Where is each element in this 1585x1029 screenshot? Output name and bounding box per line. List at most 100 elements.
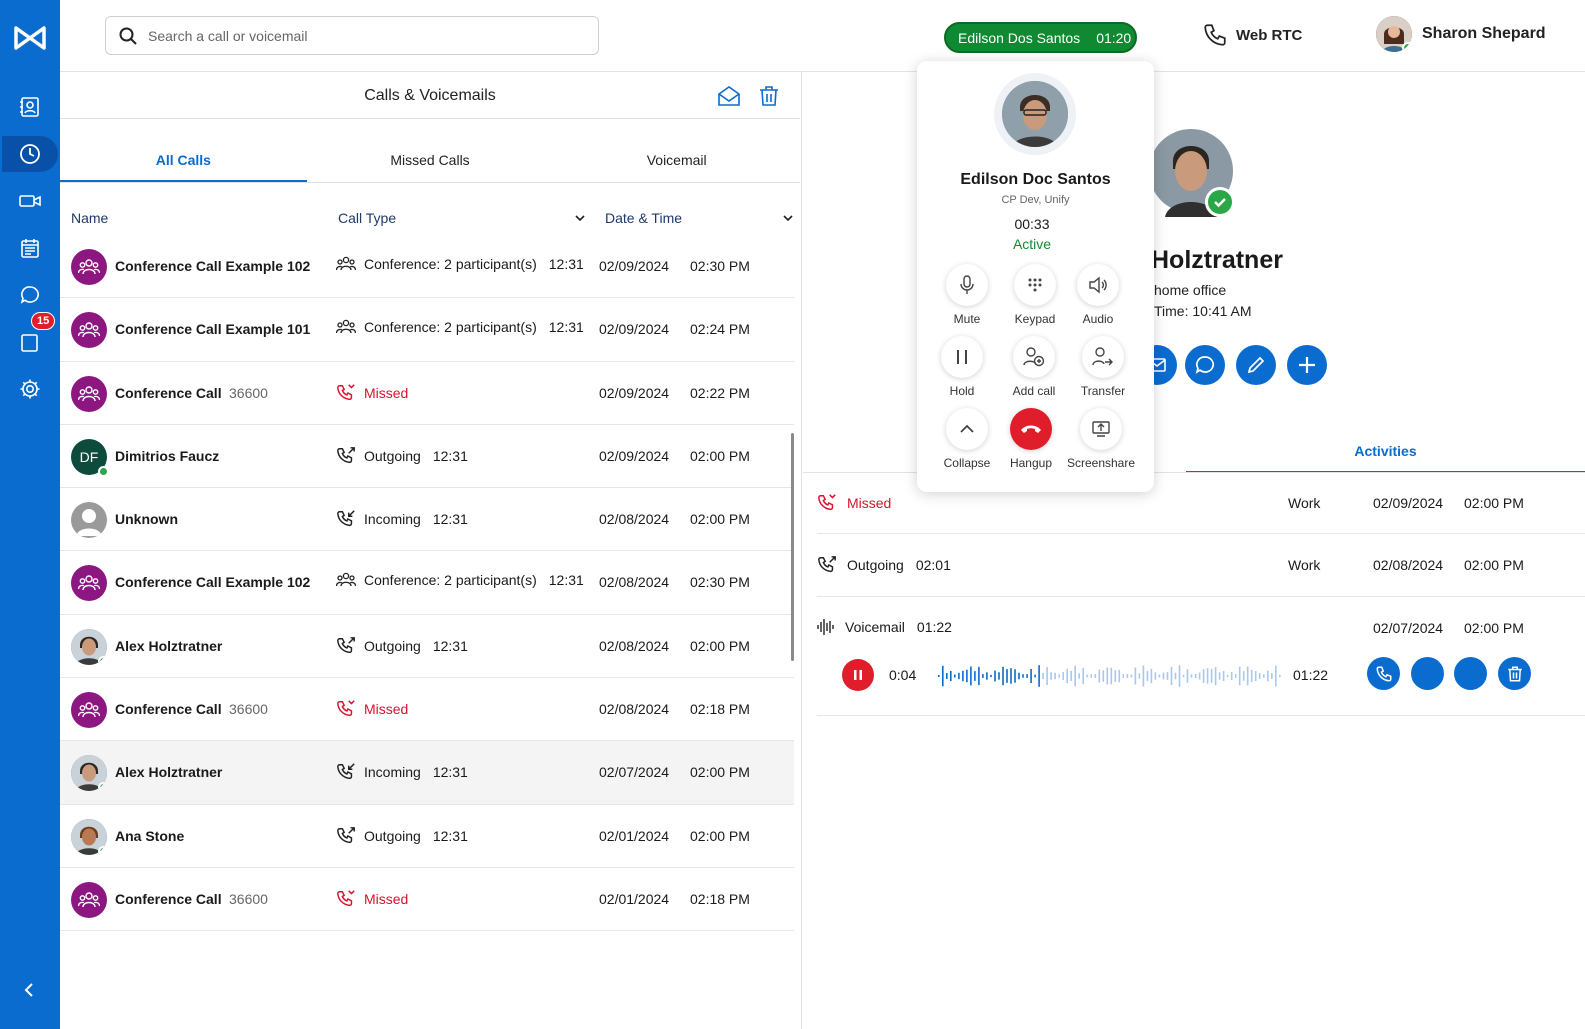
call-time: 02:00 PM [690, 827, 750, 844]
table-row[interactable]: Conference Call 36600 Missed 02/09/2024 02:2… [60, 362, 794, 425]
keypad-button[interactable]: Keypad [1000, 264, 1070, 326]
chevron-down-icon[interactable] [574, 212, 586, 224]
settings-nav-button[interactable] [0, 369, 60, 409]
waveform-bar [1186, 669, 1189, 683]
table-row[interactable]: Conference Call 36600 Missed 02/08/2024 02:1… [60, 678, 794, 742]
search-box[interactable] [105, 16, 599, 55]
column-header-date-time[interactable]: Date & Time [605, 210, 682, 226]
table-row[interactable]: Alex Holztratner Incoming 12:31 02/07/2024 0… [60, 741, 794, 805]
calendar-nav-button[interactable] [0, 228, 60, 268]
pause-button[interactable] [842, 659, 874, 691]
app-logo-icon[interactable] [12, 20, 48, 56]
conference-icon [336, 256, 356, 271]
call-name: Conference Call Example 101 [115, 321, 311, 338]
call-name: Unknown [115, 511, 178, 528]
chat-nav-button[interactable] [0, 275, 60, 315]
chat-button[interactable] [1185, 345, 1225, 385]
call-date: 02/01/2024 [599, 890, 670, 907]
webrtc-button[interactable]: Web RTC [1202, 22, 1302, 48]
transfer-button[interactable]: Transfer [1068, 336, 1138, 398]
calls-nav-button[interactable] [0, 134, 60, 174]
activity-row[interactable]: Missed Work 02/09/2024 02:00 PM [817, 492, 1585, 534]
contacts-nav-button[interactable] [0, 87, 60, 127]
keypad-label: Keypad [1014, 312, 1056, 326]
call-time: 02:24 PM [690, 321, 750, 338]
trash-icon[interactable] [757, 84, 781, 108]
call-duration: 12:31 [432, 827, 468, 844]
pause-icon [957, 350, 967, 364]
voicemail-action-button[interactable] [1411, 657, 1444, 690]
online-status-icon [98, 465, 109, 477]
tab-voicemail[interactable]: Voicemail [553, 120, 800, 182]
waveform-bar [1254, 670, 1257, 682]
tab-activities[interactable]: Activities [1186, 439, 1585, 473]
add-button[interactable] [1287, 345, 1327, 385]
call-type: Incoming 12:31 [336, 508, 468, 530]
group-icon [78, 385, 100, 401]
table-row[interactable]: Conference Call Example 102 Conference: 2… [60, 551, 794, 615]
activity-type-label: Missed [847, 495, 892, 511]
hold-button[interactable]: Hold [927, 336, 997, 398]
edit-button[interactable] [1236, 345, 1276, 385]
call-duration: 12:31 [432, 764, 468, 781]
activity-date: 02/08/2024 [1373, 557, 1444, 573]
waveform-bar [1222, 670, 1225, 681]
waveform-bar [1166, 672, 1169, 680]
tab-all-calls[interactable]: All Calls [60, 120, 307, 182]
mark-read-envelope-icon[interactable] [717, 84, 741, 108]
collapse-button[interactable]: Collapse [932, 408, 1002, 470]
table-row[interactable]: DF Dimitrios Faucz Outgoing 12:31 02/09/2024… [60, 425, 794, 489]
outgoing-call-icon [337, 826, 355, 843]
call-name: Alex Holztratner [115, 637, 223, 654]
waveform-bar [1042, 672, 1044, 680]
waveform-bar [990, 674, 992, 678]
keypad-icon [1028, 278, 1042, 292]
call-type: Outgoing 12:31 [336, 445, 468, 467]
mute-button[interactable]: Mute [932, 264, 1002, 326]
plus-icon [1299, 357, 1315, 373]
waveform-bar [1142, 665, 1145, 687]
transfer-person-icon [1092, 347, 1113, 366]
waveform-bar [1102, 670, 1105, 682]
column-header-name[interactable]: Name [71, 210, 108, 226]
column-header-call-type[interactable]: Call Type [338, 210, 396, 226]
tab-missed-calls[interactable]: Missed Calls [307, 120, 554, 182]
waveform-bar [1230, 672, 1233, 680]
table-row[interactable]: Conference Call Example 101 Conference: 2… [60, 298, 794, 362]
waveform-bar [1138, 673, 1141, 679]
active-call-pill[interactable]: Edilson Dos Santos 01:20 [944, 22, 1137, 53]
waveform-bar [954, 674, 956, 678]
search-input[interactable] [148, 27, 548, 44]
add-call-button[interactable]: Add call [999, 336, 1069, 398]
table-row[interactable]: Unknown Incoming 12:31 02/08/2024 02:00 PM [60, 488, 794, 552]
video-nav-button[interactable] [0, 181, 60, 221]
screenshare-button[interactable]: Screenshare [1066, 408, 1136, 470]
delete-voicemail-button[interactable] [1498, 657, 1531, 690]
voicemail-nav-button[interactable]: 15 [0, 312, 60, 362]
waveform-bar [1146, 671, 1149, 681]
scrollbar[interactable] [791, 433, 794, 661]
call-name: Conference Call Example 102 [115, 258, 311, 274]
voicemail-action-button[interactable] [1454, 657, 1487, 690]
conference-icon [336, 320, 356, 334]
call-duration: 12:31 [432, 447, 468, 464]
call-time: 02:30 PM [690, 258, 750, 274]
call-type-label: Incoming [364, 764, 421, 781]
chevron-down-icon[interactable] [782, 212, 794, 224]
online-status-icon [1205, 187, 1235, 217]
hangup-button[interactable]: Hangup [996, 408, 1066, 470]
contact-avatar [71, 628, 107, 665]
waveform-bar [1022, 674, 1024, 678]
audio-button[interactable]: Audio [1063, 264, 1133, 326]
microphone-icon [960, 275, 974, 294]
activity-row[interactable]: Outgoing 02:01 Work 02/08/2024 02:00 PM [817, 554, 1585, 597]
call-back-button[interactable] [1367, 657, 1400, 690]
table-row[interactable]: Conference Call Example 102 Conference: 2… [60, 235, 794, 299]
table-row[interactable]: Conference Call 36600 Missed 02/01/2024 02:1… [60, 868, 794, 932]
phone-icon [1375, 666, 1391, 682]
table-row[interactable]: Alex Holztratner Outgoing 12:31 02/08/2024 0… [60, 615, 794, 679]
audio-waveform[interactable] [936, 663, 1281, 689]
table-row[interactable]: Ana Stone Outgoing 12:31 02/01/2024 02:00 PM [60, 805, 794, 868]
chevron-left-icon[interactable] [18, 979, 40, 1001]
user-menu[interactable]: Sharon Shepard [1376, 16, 1546, 52]
